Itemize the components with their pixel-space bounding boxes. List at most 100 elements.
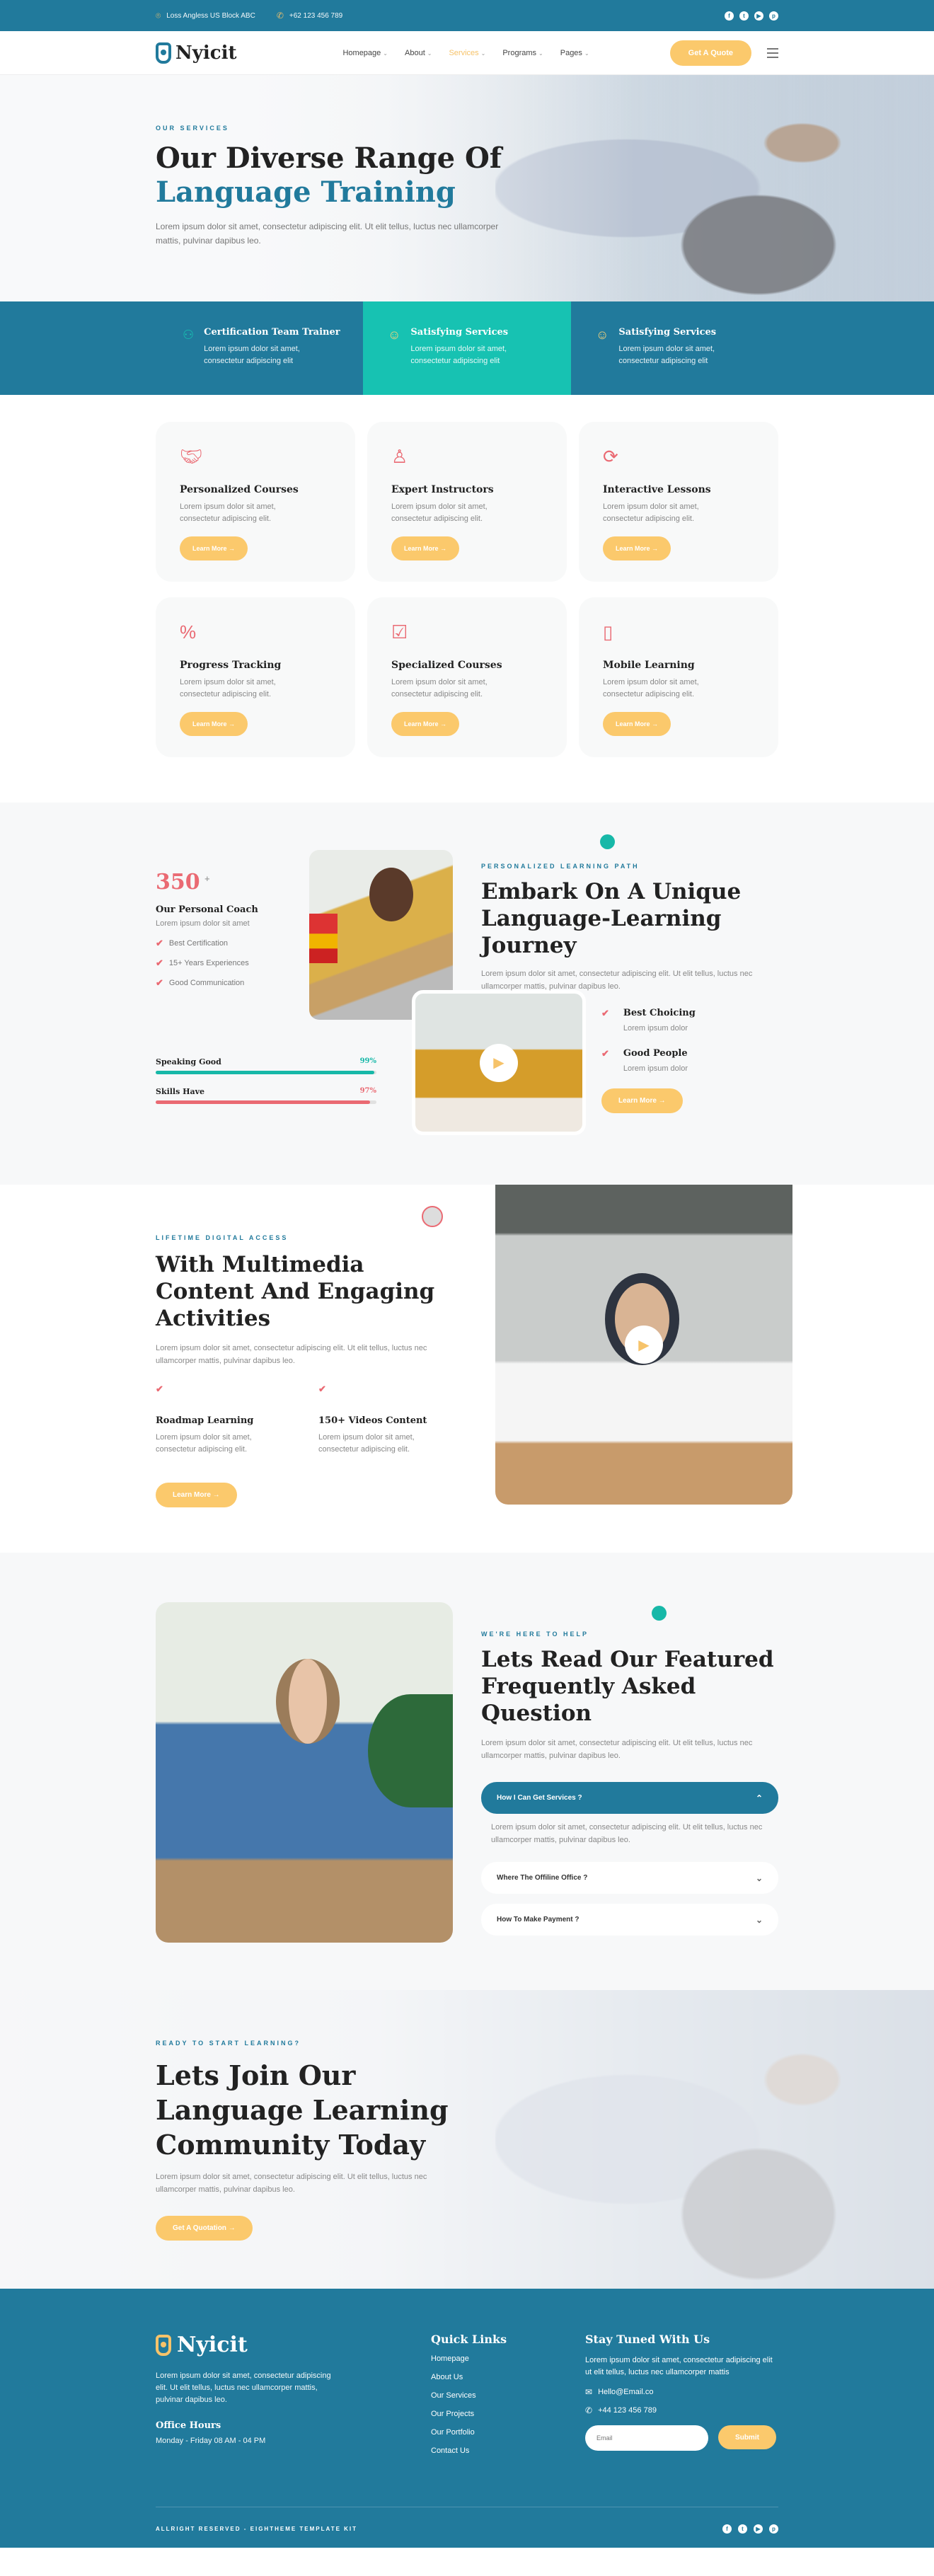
twitter-icon[interactable]: t [739,11,749,21]
check-label: Best Certification [168,939,229,948]
instructor-stars-icon: ♙ [391,446,408,467]
faq-item[interactable]: How To Make Payment ? ⌄ [481,1904,778,1936]
coach-checklist: ✔ Best Certification ✔ 15+ Years Experienc… [156,938,258,989]
hero-title-line1: Our Diverse Range Of [156,142,502,175]
get-quotation-button[interactable]: Get A Quotation → [156,2216,253,2241]
video-thumbnail[interactable]: ▶ [412,990,586,1135]
hamburger-menu-icon[interactable] [767,48,778,58]
brand-name: Nyicit [175,42,237,64]
strip-title: Satisfying Services [618,327,717,338]
photo-figure [276,1659,340,1744]
main-nav: Nyicit Homepage ⌄ About ⌄ Services ⌄ Progra… [0,31,934,75]
check-item: ✔ Best Certification [156,938,258,949]
strip-text: Lorem ipsum dolor sit amet, consectetur … [204,345,300,365]
service-text: Lorem ipsum dolor sit amet, consectetur … [603,678,699,698]
faq-item[interactable]: Where The Offiline Office ? ⌄ [481,1862,778,1894]
nav-label: Homepage [342,49,381,57]
coach-title: Our Personal Coach [156,904,258,915]
get-quote-button[interactable]: Get A Quote [669,40,751,66]
chevron-down-icon: ⌄ [755,1914,763,1925]
progress-icon: % [180,621,197,643]
decor-dot [652,1606,667,1621]
nav-item-programs[interactable]: Programs ⌄ [502,49,543,57]
footer-link-projects[interactable]: Our Projects [431,2410,507,2418]
phone-text[interactable]: +44 123 456 789 [598,2406,657,2415]
email-text[interactable]: Hello@Email.co [598,2388,653,2396]
progress-fill [156,1071,374,1074]
faq-section: WE'RE HERE TO HELP Lets Read Our Feature… [0,1553,934,1990]
check-icon: ✔ [601,1048,609,1059]
pinterest-icon[interactable]: p [769,11,778,21]
nav-item-about[interactable]: About ⌄ [405,49,432,57]
service-text: Lorem ipsum dolor sit amet, consectetur … [391,502,488,523]
mail-icon: ✉ [585,2387,593,2397]
footer-link-about[interactable]: About Us [431,2373,507,2381]
video-thumbnail[interactable]: ▶ [495,1185,792,1505]
handshake-icon: 🤝︎ [180,446,204,467]
multimedia-features: ✔ Roadmap Learning Lorem ipsum dolor sit a… [156,1383,453,1456]
hero-title-line2: Language Training [156,176,456,209]
phone-item: ✆ +62 123 456 789 [277,11,342,21]
nav-label: Services [449,49,479,57]
footer-link-homepage[interactable]: Homepage [431,2354,507,2363]
play-icon[interactable]: ▶ [625,1326,663,1364]
topbar: ⌾ Loss Angless US Block ABC ✆ +62 123 45… [0,0,934,31]
submit-button[interactable]: Submit [718,2425,776,2449]
photo-figure [369,868,413,921]
service-title: Specialized Courses [391,660,502,671]
strip-title: Satisfying Services [410,327,509,338]
nav-item-services[interactable]: Services ⌄ [449,49,485,57]
footer-link-services[interactable]: Our Services [431,2391,507,2400]
learn-more-button[interactable]: Learn More → [391,712,460,736]
youtube-icon[interactable]: ▶ [754,2524,763,2534]
facebook-icon[interactable]: f [722,2524,732,2534]
brand-logo[interactable]: Nyicit [156,42,236,64]
decor-dot [600,834,615,849]
learn-more-button[interactable]: Learn More → [603,712,671,736]
location-pin-icon: ⌾ [156,10,161,21]
learn-more-button[interactable]: Learn More → [603,536,671,560]
faq-item-open[interactable]: How I Can Get Services ? ⌃ [481,1782,778,1814]
feature-text: Lorem ipsum dolor sit amet, consectetur … [318,1433,415,1454]
footer-link-portfolio[interactable]: Our Portfolio [431,2428,507,2437]
service-text: Lorem ipsum dolor sit amet, consectetur … [180,502,276,523]
social-links: f t ▶ p [725,11,778,21]
pinterest-icon[interactable]: p [769,2524,778,2534]
progress-track [156,1071,376,1074]
play-icon[interactable]: ▶ [480,1043,518,1082]
hero-title: Our Diverse Range Of Language Training [156,142,778,209]
feature-title: Roadmap Learning [156,1415,254,1426]
learn-more-button[interactable]: Learn More → [180,712,248,736]
journey-section: 350 + Our Personal Coach Lorem ipsum dolo… [0,803,934,1185]
chevron-down-icon: ⌄ [584,50,589,57]
coach-stat: 350 + Our Personal Coach Lorem ipsum dolo… [156,870,258,997]
logo-icon [156,2334,171,2356]
footer-logo[interactable]: Nyicit [156,2333,340,2357]
multimedia-eyebrow: LIFETIME DIGITAL ACCESS [156,1234,289,1241]
strip-title: Certification Team Trainer [204,327,340,338]
learn-more-button[interactable]: Learn More → [601,1088,683,1113]
nav-item-homepage[interactable]: Homepage ⌄ [342,49,388,57]
check-label: 15+ Years Experiences [168,959,249,967]
nav-item-pages[interactable]: Pages ⌄ [560,49,589,57]
email-input[interactable] [585,2425,708,2451]
cta-text: Lorem ipsum dolor sit amet, consectetur … [156,2173,427,2194]
skill-item: Speaking Good 99% [156,1057,376,1074]
learn-more-button[interactable]: Learn More → [180,536,248,560]
journey-title: Embark On A Unique Language-Learning Jou… [481,879,742,958]
chevron-down-icon: ⌄ [480,50,486,57]
journey-text: Lorem ipsum dolor sit amet, consectetur … [481,970,753,991]
newsletter-title: Stay Tuned With Us [585,2333,710,2346]
learn-more-button[interactable]: Learn More → [156,1483,237,1507]
faq-eyebrow: WE'RE HERE TO HELP [481,1631,589,1638]
multimedia-title: With Multimedia Content And Engaging Act… [156,1252,435,1331]
faq-content: WE'RE HERE TO HELP Lets Read Our Feature… [481,1631,778,1945]
footer-link-contact[interactable]: Contact Us [431,2446,507,2455]
feature-title: 150+ Videos Content [318,1415,427,1426]
youtube-icon[interactable]: ▶ [754,11,763,21]
progress-fill [156,1100,370,1104]
twitter-icon[interactable]: t [738,2524,747,2534]
footer: Nyicit Lorem ipsum dolor sit amet, conse… [0,2289,934,2548]
facebook-icon[interactable]: f [725,11,734,21]
learn-more-button[interactable]: Learn More → [391,536,460,560]
